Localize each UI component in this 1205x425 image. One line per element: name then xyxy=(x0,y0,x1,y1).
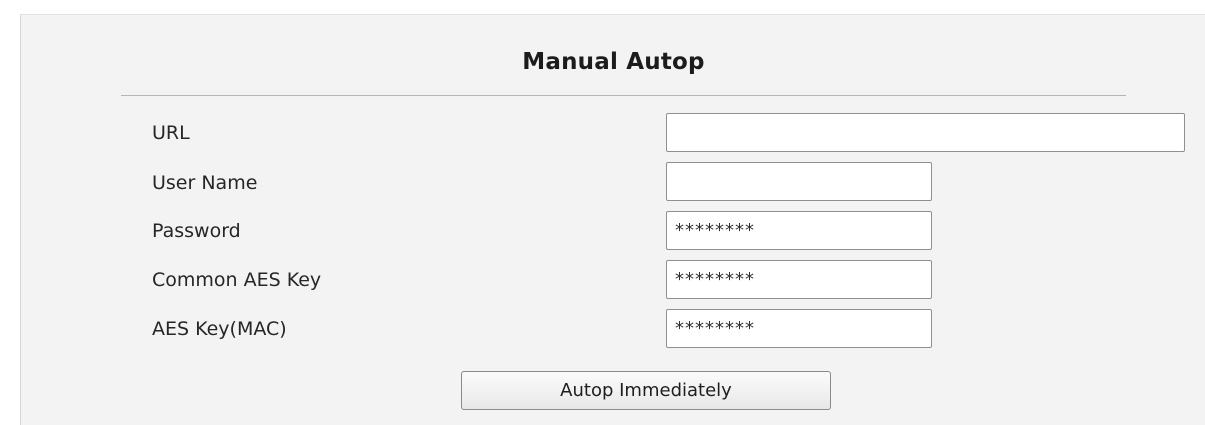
common-aes-key-label: Common AES Key xyxy=(152,269,322,291)
url-label: URL xyxy=(152,122,190,144)
user-name-input[interactable] xyxy=(666,162,932,201)
password-label: Password xyxy=(152,220,241,242)
section-title: Manual Autop xyxy=(522,49,705,75)
title-divider xyxy=(121,95,1126,96)
url-input[interactable] xyxy=(666,113,1185,152)
autop-immediately-button[interactable]: Autop Immediately xyxy=(461,371,831,410)
aes-key-mac-label: AES Key(MAC) xyxy=(152,318,287,340)
aes-key-mac-input[interactable] xyxy=(666,309,932,348)
common-aes-key-input[interactable] xyxy=(666,260,932,299)
user-name-label: User Name xyxy=(152,172,258,194)
password-input[interactable] xyxy=(666,211,932,250)
manual-autop-panel: Manual Autop URL User Name Password Comm… xyxy=(20,14,1205,425)
